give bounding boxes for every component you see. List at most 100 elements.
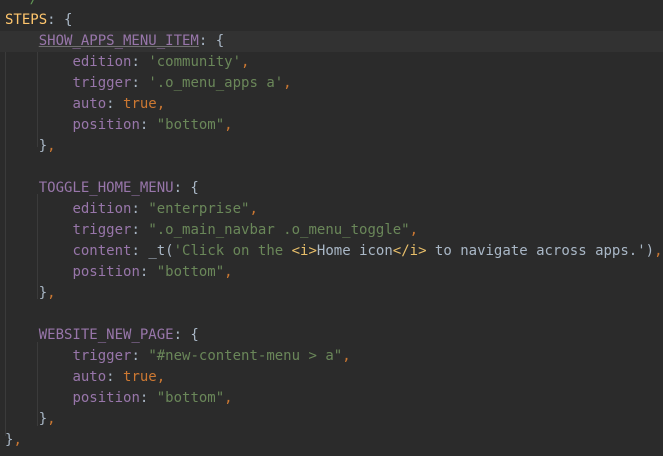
punctuation: } [38,411,48,427]
prop-name: trigger [72,348,132,364]
punctuation: , [156,96,166,112]
prop-value: true [123,369,157,385]
code-line[interactable]: position: "bottom", [0,262,663,283]
code-line[interactable]: edition: 'community', [0,52,663,73]
code-line[interactable]: }, [0,430,663,451]
punctuation: , [654,243,663,259]
prop-value: '.o_menu_apps a' [148,75,284,91]
prop-name: trigger [72,75,132,91]
punctuation: : [131,348,149,364]
comment-text: */ [22,0,39,7]
punctuation: : [106,96,124,112]
punctuation: , [224,390,233,406]
comment-text [5,0,22,7]
prop-name: edition [72,54,132,70]
block-key: TOGGLE_HOME_MENU [38,180,174,196]
punctuation: , [47,138,56,154]
block-key: WEBSITE_NEW_PAGE [38,327,174,343]
code-line[interactable]: */ [0,0,663,10]
punctuation: : [131,243,149,259]
code-editor[interactable]: */ STEPS: { SHOW_APPS_MENU_ITEM: { editi… [0,0,663,456]
code-line[interactable]: trigger: ".o_main_navbar .o_menu_toggle"… [0,220,663,241]
punctuation: : { [173,180,199,196]
punctuation: : [139,117,157,133]
punctuation: , [241,54,250,70]
punctuation: : [139,264,157,280]
code-line[interactable]: TOGGLE_HOME_MENU: { [0,178,663,199]
code-line[interactable]: }, [0,283,663,304]
prop-name: position [72,264,140,280]
prop-name: position [72,390,140,406]
prop-name: edition [72,201,132,217]
punctuation: : { [47,12,73,28]
code-line[interactable]: edition: "enterprise", [0,199,663,220]
prop-value: "#new-content-menu > a" [148,348,343,364]
punctuation: : [131,201,149,217]
code-line-current[interactable]: SHOW_APPS_MENU_ITEM: { [0,31,663,52]
punctuation: , [47,411,56,427]
punctuation: } [38,285,48,301]
code-line[interactable]: content: _t('Click on the <i>Home icon</… [0,241,663,262]
code-line[interactable]: trigger: "#new-content-menu > a", [0,346,663,367]
punctuation: : [131,75,149,91]
punctuation: , [249,201,258,217]
html-tag: </i> [392,243,427,259]
code-line[interactable]: STEPS: { [0,10,663,31]
punctuation: , [156,369,166,385]
code-line[interactable]: auto: true, [0,94,663,115]
function-close: ) [645,243,655,259]
punctuation: : [131,222,149,238]
code-line[interactable]: trigger: '.o_menu_apps a', [0,73,663,94]
code-line[interactable]: WEBSITE_NEW_PAGE: { [0,325,663,346]
code-line[interactable]: }, [0,136,663,157]
prop-name: auto [72,96,107,112]
punctuation: } [38,138,48,154]
code-line[interactable]: }, [0,409,663,430]
prop-value: "bottom" [156,117,225,133]
prop-value: "enterprise" [148,201,250,217]
html-tag: <i> [291,243,317,259]
punctuation: : [106,369,124,385]
code-line[interactable]: auto: true, [0,367,663,388]
punctuation: , [283,75,292,91]
punctuation: : [139,390,157,406]
punctuation: , [224,264,233,280]
block-key: SHOW_APPS_MENU_ITEM [38,33,199,49]
punctuation: : { [173,327,199,343]
prop-name: content [72,243,132,259]
string-part: 'Click on the [173,243,292,259]
punctuation: : [131,54,149,70]
prop-value: "bottom" [156,390,225,406]
prop-value: true [123,96,157,112]
root-key: STEPS [5,12,48,28]
prop-name: auto [72,369,107,385]
string-part: to navigate across apps.' [426,243,646,259]
punctuation: , [13,432,22,448]
prop-value: 'community' [148,54,242,70]
punctuation: , [342,348,351,364]
string-part: Home icon [316,243,393,259]
prop-name: trigger [72,222,132,238]
code-line[interactable]: position: "bottom", [0,388,663,409]
punctuation: , [47,285,56,301]
punctuation: , [224,117,233,133]
punctuation: , [409,222,419,238]
code-line[interactable]: position: "bottom", [0,115,663,136]
prop-value: ".o_main_navbar .o_menu_toggle" [148,222,410,238]
